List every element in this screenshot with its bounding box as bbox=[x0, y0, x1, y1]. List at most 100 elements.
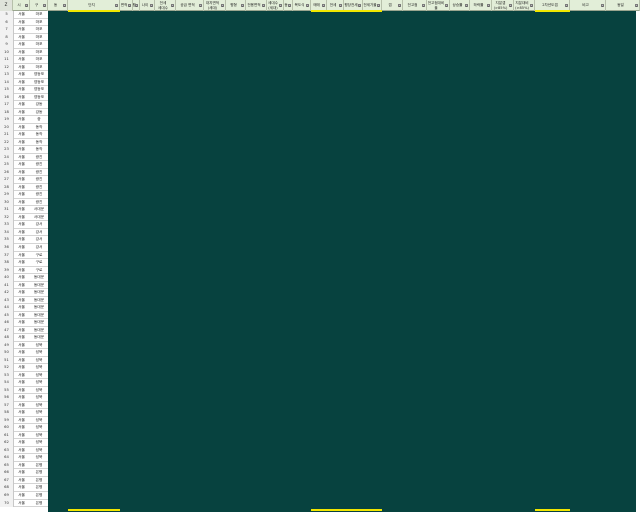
city-cell[interactable]: 서울 bbox=[13, 221, 30, 229]
city-cell[interactable]: 서울 bbox=[13, 131, 30, 139]
row-number[interactable]: 61 bbox=[0, 431, 14, 440]
row-number[interactable]: 50 bbox=[0, 349, 14, 357]
row-number[interactable]: 40 bbox=[0, 274, 14, 282]
district-cell[interactable]: 성북 bbox=[30, 424, 48, 432]
city-cell[interactable]: 서울 bbox=[13, 49, 30, 57]
row-number[interactable]: 30 bbox=[0, 198, 14, 207]
district-cell[interactable]: 동대문 bbox=[30, 327, 48, 335]
filter-dropdown-icon[interactable] bbox=[221, 3, 224, 7]
district-cell[interactable]: 성북 bbox=[30, 454, 48, 462]
district-cell[interactable]: 중 bbox=[30, 116, 48, 124]
district-cell[interactable]: 성북 bbox=[30, 342, 48, 350]
table-row[interactable]: 21 서울 동작 bbox=[0, 131, 48, 139]
city-cell[interactable]: 서울 bbox=[13, 244, 30, 252]
column-header-2[interactable]: 구 bbox=[30, 0, 48, 11]
filter-dropdown-icon[interactable] bbox=[115, 3, 118, 7]
table-row[interactable]: 30 서울 광진 bbox=[0, 198, 48, 207]
city-cell[interactable]: 서울 bbox=[13, 334, 30, 342]
city-cell[interactable]: 서울 bbox=[13, 259, 30, 267]
district-cell[interactable]: 은평 bbox=[30, 469, 48, 477]
filter-dropdown-icon[interactable] bbox=[339, 3, 342, 7]
district-cell[interactable]: 광진 bbox=[30, 161, 48, 169]
district-cell[interactable]: 광진 bbox=[30, 191, 48, 199]
district-cell[interactable]: 은평 bbox=[30, 477, 48, 485]
row-number[interactable]: 68 bbox=[0, 484, 14, 492]
table-row[interactable]: 48 서울 동대문 bbox=[0, 334, 48, 342]
filter-dropdown-icon[interactable] bbox=[279, 3, 282, 7]
table-row[interactable]: 11 서울 마포 bbox=[0, 56, 48, 64]
row-number[interactable]: 54 bbox=[0, 379, 14, 387]
row-number[interactable]: 39 bbox=[0, 266, 14, 275]
table-row[interactable]: 16 서울 영등포 bbox=[0, 93, 48, 102]
city-cell[interactable]: 서울 bbox=[13, 184, 30, 192]
row-number[interactable]: 44 bbox=[0, 304, 14, 312]
row-number[interactable]: 20 bbox=[0, 123, 14, 132]
row-number[interactable]: 27 bbox=[0, 176, 14, 184]
row-number[interactable]: 32 bbox=[0, 213, 14, 222]
row-number[interactable]: 60 bbox=[0, 424, 14, 432]
district-cell[interactable]: 성북 bbox=[30, 439, 48, 447]
city-cell[interactable]: 서울 bbox=[13, 462, 30, 470]
table-row[interactable]: 31 서울 서대문 bbox=[0, 206, 48, 214]
city-cell[interactable]: 서울 bbox=[13, 56, 30, 64]
table-row[interactable]: 7 서울 마포 bbox=[0, 26, 48, 34]
filter-dropdown-icon[interactable] bbox=[135, 3, 138, 7]
city-cell[interactable]: 서울 bbox=[13, 34, 30, 42]
column-header-28[interactable]: 비고 bbox=[570, 0, 606, 11]
table-row[interactable]: 19 서울 중 bbox=[0, 116, 48, 124]
filter-dropdown-icon[interactable] bbox=[150, 3, 153, 7]
city-cell[interactable]: 서울 bbox=[13, 432, 30, 440]
table-row[interactable]: 18 서울 강동 bbox=[0, 108, 48, 117]
table-row[interactable]: 24 서울 광진 bbox=[0, 153, 48, 162]
city-cell[interactable]: 서울 bbox=[13, 229, 30, 237]
row-number[interactable]: 58 bbox=[0, 409, 14, 417]
column-header-23[interactable]: 상승률 bbox=[450, 0, 470, 11]
district-cell[interactable]: 마포 bbox=[30, 56, 48, 64]
row-number[interactable]: 21 bbox=[0, 131, 14, 139]
table-row[interactable]: 51 서울 성북 bbox=[0, 356, 48, 365]
table-row[interactable]: 41 서울 동대문 bbox=[0, 281, 48, 290]
table-row[interactable]: 39 서울 구로 bbox=[0, 266, 48, 275]
district-cell[interactable]: 광진 bbox=[30, 199, 48, 207]
table-row[interactable]: 14 서울 영등포 bbox=[0, 78, 48, 87]
row-number[interactable]: 36 bbox=[0, 243, 14, 252]
district-cell[interactable]: 은평 bbox=[30, 484, 48, 492]
district-cell[interactable]: 동작 bbox=[30, 139, 48, 147]
city-cell[interactable]: 서울 bbox=[13, 64, 30, 72]
row-number[interactable]: 43 bbox=[0, 296, 14, 305]
table-row[interactable]: 69 서울 은평 bbox=[0, 492, 48, 500]
city-cell[interactable]: 서울 bbox=[13, 477, 30, 485]
table-row[interactable]: 45 서울 동대문 bbox=[0, 311, 48, 320]
row-number[interactable]: 14 bbox=[0, 78, 14, 87]
district-cell[interactable]: 성북 bbox=[30, 379, 48, 387]
city-cell[interactable]: 서울 bbox=[13, 484, 30, 492]
table-row[interactable]: 55 서울 성북 bbox=[0, 386, 48, 395]
row-number[interactable]: 10 bbox=[0, 48, 14, 57]
table-row[interactable]: 68 서울 은평 bbox=[0, 484, 48, 492]
table-row[interactable]: 66 서울 은평 bbox=[0, 469, 48, 477]
row-number[interactable]: 31 bbox=[0, 206, 14, 214]
district-cell[interactable]: 성북 bbox=[30, 447, 48, 455]
table-row[interactable]: 38 서울 구로 bbox=[0, 259, 48, 267]
district-cell[interactable]: 광진 bbox=[30, 184, 48, 192]
row-number[interactable]: 15 bbox=[0, 86, 14, 94]
table-row[interactable]: 13 서울 영등포 bbox=[0, 71, 48, 79]
row-number[interactable]: 8 bbox=[0, 33, 14, 42]
table-row[interactable]: 62 서울 성북 bbox=[0, 439, 48, 447]
row-number[interactable]: 59 bbox=[0, 416, 14, 425]
filter-dropdown-icon[interactable] bbox=[128, 3, 131, 7]
row-number[interactable]: 47 bbox=[0, 326, 14, 335]
city-cell[interactable]: 서울 bbox=[13, 500, 30, 508]
row-number[interactable]: 64 bbox=[0, 454, 14, 462]
table-row[interactable]: 10 서울 마포 bbox=[0, 48, 48, 57]
table-row[interactable]: 40 서울 동대문 bbox=[0, 274, 48, 282]
city-cell[interactable]: 서울 bbox=[13, 372, 30, 380]
city-cell[interactable]: 서울 bbox=[13, 492, 30, 500]
table-row[interactable]: 57 서울 성북 bbox=[0, 401, 48, 410]
table-row[interactable]: 63 서울 성북 bbox=[0, 446, 48, 455]
column-header-15[interactable]: 복도식 bbox=[293, 0, 311, 11]
row-number[interactable]: 11 bbox=[0, 56, 14, 64]
row-number[interactable]: 66 bbox=[0, 469, 14, 477]
row-number[interactable]: 28 bbox=[0, 183, 14, 192]
district-cell[interactable]: 동작 bbox=[30, 131, 48, 139]
